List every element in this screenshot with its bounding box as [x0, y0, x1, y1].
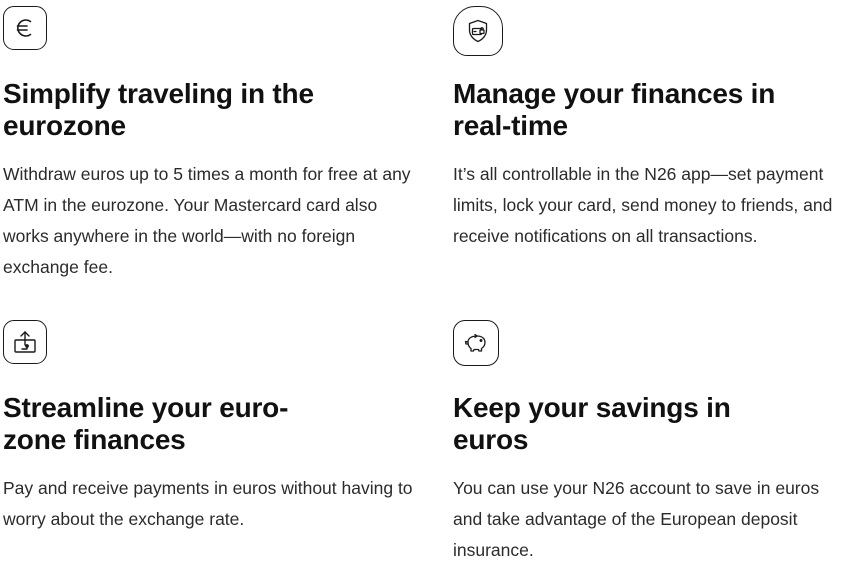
feature-title: Streamline your euro- zone finances [3, 392, 363, 456]
shield-card-lock-icon [453, 6, 503, 56]
feature-title-line: Streamline your euro- [3, 392, 289, 423]
feature-title-line: Simplify traveling in the [3, 78, 314, 109]
feature-title: Manage your finances in real-time [453, 78, 813, 142]
feature-title: Keep your savings in euros [453, 392, 813, 456]
feature-title-line: Manage your finances in [453, 78, 776, 109]
feature-travel: Simplify traveling in the eurozone Withd… [3, 6, 413, 283]
feature-description: It’s all controllable in the N26 app—set… [453, 164, 833, 246]
euro-icon [3, 6, 47, 50]
feature-title-line: real-time [453, 110, 568, 141]
feature-savings: Keep your savings in euros You can use y… [453, 320, 858, 566]
feature-description: You can use your N26 account to save in … [453, 478, 820, 560]
feature-manage-finances: Manage your finances in real-time It’s a… [453, 6, 858, 252]
piggy-bank-icon [453, 320, 499, 366]
feature-title-line: Keep your savings in [453, 392, 731, 423]
money-transfer-upload-icon [3, 320, 47, 364]
feature-title-line: zone finances [3, 424, 186, 455]
feature-title-line: eurozone [3, 110, 126, 141]
feature-streamline: Streamline your euro- zone finances Pay … [3, 320, 413, 535]
feature-title-line: euros [453, 424, 529, 455]
feature-description: Pay and receive payments in euros withou… [3, 478, 413, 529]
feature-description: Withdraw euros up to 5 times a month for… [3, 164, 411, 277]
feature-title: Simplify traveling in the eurozone [3, 78, 363, 142]
